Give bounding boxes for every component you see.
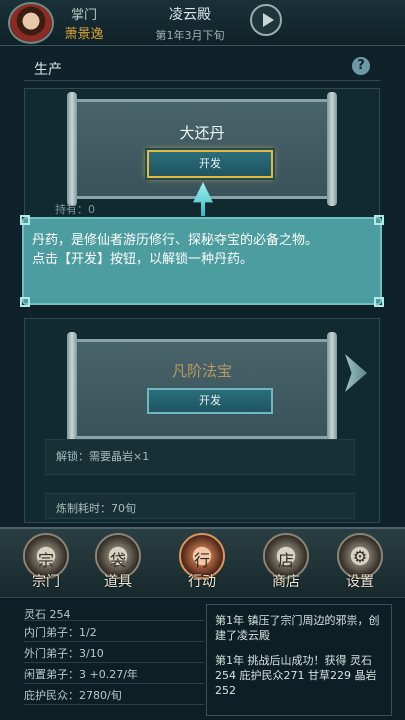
section-title: 生产 [34, 62, 62, 78]
sect-master-info: 掌门 萧景逸 [62, 4, 106, 42]
nav-sect-button[interactable]: 宗 宗门 [14, 533, 78, 591]
production-section-header: 生产 ? [24, 55, 380, 81]
craft-time: 炼制耗时：70旬 [45, 493, 355, 519]
protected-people: 庇护民众：2780/旬 [24, 684, 204, 705]
nav-label: 宗门 [32, 574, 60, 590]
nav-items-button[interactable]: 袋 道具 [86, 533, 150, 591]
nav-label: 设置 [346, 574, 374, 590]
corner-ornament [20, 215, 30, 225]
avatar[interactable] [8, 2, 54, 44]
scroll-banner: 大还丹 开发 [67, 92, 337, 206]
spirit-stones: 灵石 254 [24, 606, 204, 621]
role-label: 掌门 [70, 8, 97, 23]
log-entry: 第1年 镇压了宗门周边的邪祟，创建了凌云殿 [215, 614, 380, 642]
game-date: 第1年3月下旬 [155, 29, 225, 42]
develop-button[interactable]: 开发 [147, 388, 273, 414]
log-entry: 第1年 挑战后山成功！获得 灵石254 庇护民众271 甘草229 晶岩252 [215, 654, 377, 697]
corner-ornament [374, 215, 384, 225]
outer-disciples: 外门弟子：3/10 [24, 642, 204, 663]
status-panel: 灵石 254 内门弟子：1/2 外门弟子：3/10 闲置弟子：3 +0.27/年… [0, 597, 405, 720]
stock-text: 持有：0 [55, 203, 95, 216]
develop-button[interactable]: 开发 [147, 150, 273, 178]
scroll-banner: 凡阶法宝 开发 [67, 332, 337, 446]
item-title: 凡阶法宝 [171, 362, 232, 380]
tooltip-line-2: 点击【开发】按钮，以解锁一种丹药。 [32, 252, 254, 267]
help-icon[interactable]: ? [352, 57, 370, 75]
master-name: 萧景逸 [64, 27, 104, 42]
sect-name: 凌云殿 [169, 7, 211, 23]
next-arrow-icon[interactable] [345, 354, 367, 392]
idle-disciples: 闲置弟子：3 +0.27/年 [24, 663, 204, 684]
play-icon[interactable] [250, 4, 282, 36]
item-title: 大还丹 [179, 124, 225, 142]
inner-disciples: 内门弟子：1/2 [24, 621, 204, 642]
nav-shop-button[interactable]: 店 商店 [254, 533, 318, 591]
resource-stats: 灵石 254 内门弟子：1/2 外门弟子：3/10 闲置弟子：3 +0.27/年… [24, 606, 204, 705]
corner-ornament [374, 297, 384, 307]
corner-ornament [20, 297, 30, 307]
event-log[interactable]: 第1年 镇压了宗门周边的邪祟，创建了凌云殿 第1年 挑战后山成功！获得 灵石25… [206, 604, 392, 716]
nav-settings-button[interactable]: ⚙ 设置 [328, 533, 392, 591]
top-header: 掌门 萧景逸 凌云殿 第1年3月下旬 [0, 0, 405, 46]
unlock-requirement: 解锁：需要晶岩×1 [45, 439, 355, 475]
sect-info: 凌云殿 第1年3月下旬 [130, 4, 250, 43]
bottom-nav: 宗 宗门 袋 道具 行 行动 店 商店 ⚙ 设置 [0, 527, 405, 597]
production-card-artifact: 凡阶法宝 开发 解锁：需要晶岩×1 炼制耗时：70旬 [24, 318, 380, 523]
nav-label: 商店 [272, 574, 300, 590]
tutorial-tooltip[interactable]: 丹药，是修仙者游历修行、探秘夺宝的必备之物。 点击【开发】按钮，以解锁一种丹药。 [20, 215, 384, 307]
nav-action-button[interactable]: 行 行动 [170, 533, 234, 591]
nav-label: 行动 [188, 574, 216, 590]
nav-label: 道具 [104, 574, 132, 590]
tooltip-line-1: 丹药，是修仙者游历修行、探秘夺宝的必备之物。 [32, 233, 319, 248]
